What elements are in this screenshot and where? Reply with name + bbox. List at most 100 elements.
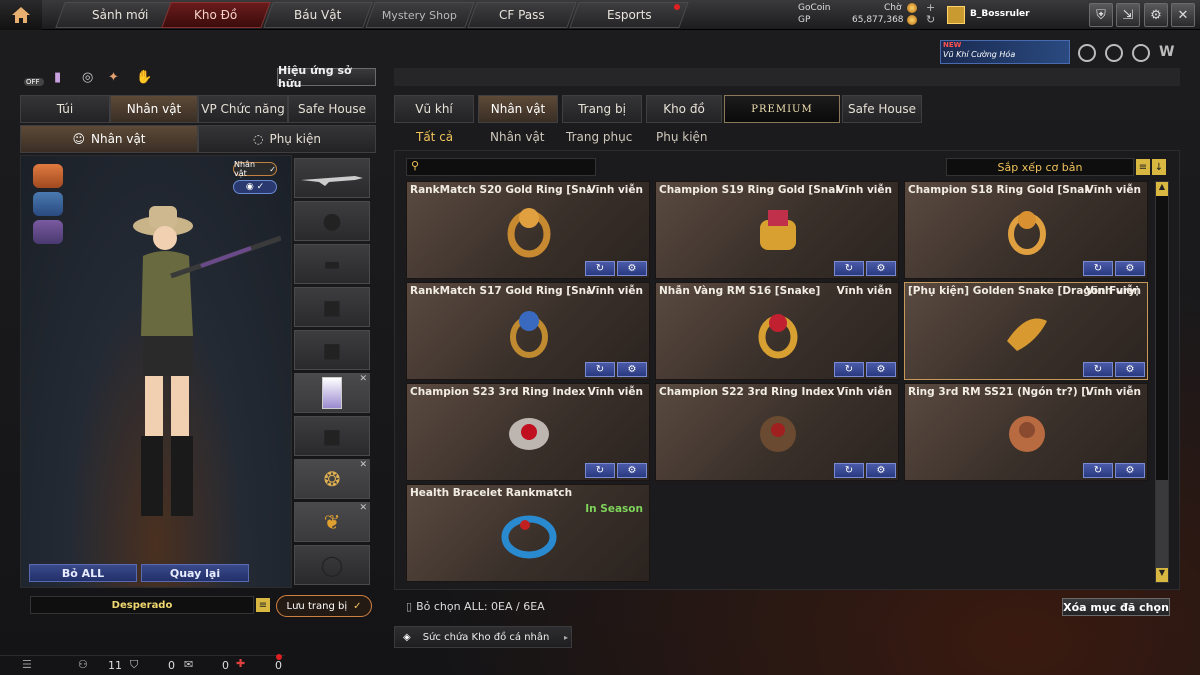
item-card[interactable]: Health Bracelet Rankmatch In Season bbox=[406, 484, 650, 582]
sort-direction-icon[interactable]: ↓ bbox=[1152, 159, 1166, 175]
remove-all-button[interactable]: Bỏ ALL bbox=[29, 564, 137, 582]
slot-accessory[interactable]: ❦ ✕ bbox=[294, 502, 370, 542]
scroll-down-icon[interactable]: ▼ bbox=[1156, 568, 1168, 582]
item-card[interactable]: Champion S19 Ring Gold [Snake] Vĩnh viễn… bbox=[655, 181, 899, 279]
slot-bracelet[interactable]: ◯ bbox=[294, 545, 370, 585]
shield-button[interactable]: ⛨ bbox=[1089, 3, 1113, 27]
visibility-toggle[interactable]: ◉ ✓ bbox=[233, 180, 277, 194]
slot-ring[interactable]: ❂ ✕ bbox=[294, 459, 370, 499]
tab-bag[interactable]: Túi bbox=[20, 95, 110, 123]
tab-safe-house-right[interactable]: Safe House bbox=[842, 95, 922, 123]
back-button[interactable]: Quay lại bbox=[141, 564, 249, 582]
filter-accessory[interactable]: Phụ kiện bbox=[656, 130, 708, 144]
mode-icon-2[interactable] bbox=[1105, 44, 1123, 62]
close-button[interactable]: ✕ bbox=[1171, 3, 1195, 27]
settings-button[interactable]: ⚙ bbox=[1115, 362, 1145, 377]
tab-weapons[interactable]: Vũ khí bbox=[394, 95, 474, 123]
delete-selected-button[interactable]: Xóa mục đã chọn bbox=[1062, 598, 1170, 616]
list-view-icon[interactable]: ≡ bbox=[1136, 159, 1150, 175]
storage-capacity-button[interactable]: ◈ Sức chứa Kho đồ cá nhân ▸ bbox=[394, 626, 572, 648]
clan-shield-icon[interactable]: ⛉ bbox=[130, 658, 138, 672]
scroll-thumb[interactable] bbox=[1156, 480, 1168, 568]
scrollbar[interactable]: ▲ ▼ bbox=[1155, 181, 1169, 583]
menu-icon[interactable]: ☰ bbox=[22, 658, 32, 671]
toggle-button[interactable]: ↻ bbox=[1083, 261, 1113, 276]
subtab-accessory[interactable]: ◌ Phụ kiện bbox=[198, 125, 376, 153]
settings-button[interactable]: ⚙ bbox=[1144, 3, 1168, 27]
item-card[interactable]: Ring 3rd RM SS21 (Ngón tr?) [Hawk] Vĩnh … bbox=[904, 383, 1148, 481]
settings-button[interactable]: ⚙ bbox=[866, 261, 896, 276]
chat-icon[interactable]: ✉ bbox=[184, 658, 193, 671]
brand-icon[interactable]: W bbox=[1159, 44, 1179, 62]
preset-name-field[interactable]: Desperado bbox=[30, 596, 254, 614]
scroll-up-icon[interactable]: ▲ bbox=[1156, 182, 1168, 196]
remove-icon[interactable]: ✕ bbox=[359, 374, 367, 384]
filter-costume[interactable]: Trang phục bbox=[566, 130, 632, 144]
tab-character[interactable]: Nhân vật bbox=[110, 95, 198, 123]
item-card[interactable]: RankMatch S17 Gold Ring [Snake] Vĩnh viễ… bbox=[406, 282, 650, 380]
slot-legs[interactable]: ■ bbox=[294, 416, 370, 456]
settings-button[interactable]: ⚙ bbox=[617, 362, 647, 377]
pose-icon[interactable]: ✦ bbox=[108, 70, 119, 85]
toggle-button[interactable]: ↻ bbox=[585, 463, 615, 478]
tab-inventory[interactable]: Kho Đồ bbox=[161, 2, 271, 28]
search-field[interactable] bbox=[427, 160, 592, 174]
settings-button[interactable]: ⚙ bbox=[866, 463, 896, 478]
slot-body[interactable]: ■ bbox=[294, 330, 370, 370]
slot-card[interactable]: ✕ bbox=[294, 373, 370, 413]
settings-button[interactable]: ⚙ bbox=[866, 362, 896, 377]
remove-icon[interactable]: ✕ bbox=[359, 460, 367, 470]
character-preview[interactable]: Nhân vật ✓ ◉ ✓ Bỏ ALL Quay lại bbox=[20, 155, 292, 588]
class-icon-1[interactable] bbox=[33, 164, 63, 188]
tab-safe-house[interactable]: Safe House bbox=[288, 95, 376, 123]
refresh-icon[interactable]: ↻ bbox=[926, 13, 935, 26]
settings-button[interactable]: ⚙ bbox=[1115, 261, 1145, 276]
tab-function-items[interactable]: VP Chức năng bbox=[198, 95, 288, 123]
settings-button[interactable]: ⚙ bbox=[1115, 463, 1145, 478]
list-icon[interactable]: ≡ bbox=[256, 598, 270, 612]
select-all-row[interactable]: ▯ Bỏ chọn ALL: 0EA / 6EA bbox=[406, 600, 545, 613]
tab-characters[interactable]: Nhân vật bbox=[478, 95, 558, 123]
username[interactable]: B_Bossruler bbox=[970, 9, 1030, 19]
filter-character[interactable]: Nhân vật bbox=[490, 130, 545, 144]
tab-esports[interactable]: Esports bbox=[569, 2, 689, 28]
search-input[interactable]: ⚲ bbox=[406, 158, 596, 176]
filter-all[interactable]: Tất cả bbox=[416, 130, 453, 144]
subtab-character[interactable]: ☺ Nhân vật bbox=[20, 125, 198, 153]
toggle-button[interactable]: ↻ bbox=[1083, 463, 1113, 478]
rotate-icon[interactable]: ◎ bbox=[82, 70, 93, 85]
stats-icon[interactable]: ▮ bbox=[54, 70, 61, 85]
sort-dropdown[interactable]: Sắp xếp cơ bản bbox=[946, 158, 1134, 176]
gift-icon[interactable]: ✚ bbox=[236, 657, 245, 670]
settings-button[interactable]: ⚙ bbox=[617, 463, 647, 478]
toggle-button[interactable]: ↻ bbox=[834, 261, 864, 276]
toggle-button[interactable]: ↻ bbox=[585, 261, 615, 276]
ownership-effect-button[interactable]: Hiệu ứng sở hữu bbox=[277, 64, 376, 90]
item-card[interactable]: RankMatch S20 Gold Ring [Snake] Vĩnh viễ… bbox=[406, 181, 650, 279]
tab-storage[interactable]: Kho đồ bbox=[646, 95, 722, 123]
settings-button[interactable]: ⚙ bbox=[617, 261, 647, 276]
home-button[interactable] bbox=[0, 0, 42, 30]
tab-mystery-shop[interactable]: Mystery Shop bbox=[365, 2, 475, 28]
toggle-button[interactable]: ↻ bbox=[834, 362, 864, 377]
toggle-button[interactable]: ↻ bbox=[1083, 362, 1113, 377]
tab-premium[interactable]: PREMIUM bbox=[724, 95, 840, 123]
weapon-upgrade-banner[interactable]: NEW Vũ Khí Cường Hóa bbox=[940, 40, 1070, 64]
slot-weapon[interactable] bbox=[294, 158, 370, 198]
item-card-selected[interactable]: [Phụ kiện] Golden Snake [Dragon Fury] Vĩ… bbox=[904, 282, 1148, 380]
item-card[interactable]: Champion S23 3rd Ring Index [Hawk] Vĩnh … bbox=[406, 383, 650, 481]
friends-icon[interactable]: ⚇ bbox=[78, 658, 88, 671]
toggle-button[interactable]: ↻ bbox=[834, 463, 864, 478]
slot-head[interactable]: ● bbox=[294, 201, 370, 241]
slot-top[interactable]: ■ bbox=[294, 287, 370, 327]
mode-icon-1[interactable] bbox=[1078, 44, 1096, 62]
exit-button[interactable]: ⇲ bbox=[1116, 3, 1140, 27]
item-card[interactable]: Champion S22 3rd Ring Index [Hawk] Vĩnh … bbox=[655, 383, 899, 481]
tab-cf-pass[interactable]: CF Pass bbox=[467, 2, 577, 28]
toggle-button[interactable]: ↻ bbox=[585, 362, 615, 377]
class-icon-3[interactable] bbox=[33, 220, 63, 244]
mode-icon-3[interactable] bbox=[1132, 44, 1150, 62]
class-icon-2[interactable] bbox=[33, 192, 63, 216]
toggle-icon[interactable]: OFF bbox=[24, 68, 44, 88]
item-card[interactable]: Nhẫn Vàng RM S16 [Snake] Vĩnh viễn ↻ ⚙ bbox=[655, 282, 899, 380]
